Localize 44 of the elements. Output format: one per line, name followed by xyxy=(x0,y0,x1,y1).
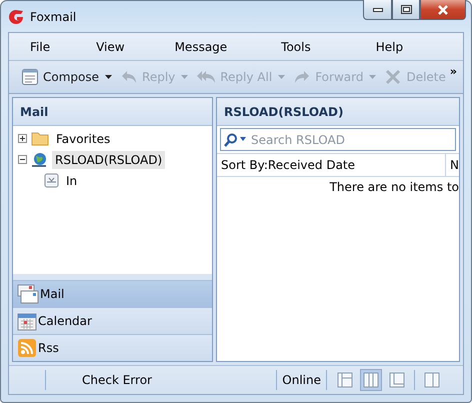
inbox-icon xyxy=(44,173,59,188)
rss-icon xyxy=(17,338,37,358)
minimize-button[interactable] xyxy=(363,0,392,20)
tree-item[interactable]: In xyxy=(63,172,80,190)
tree-item[interactable]: Favorites xyxy=(53,130,114,148)
collapse-icon[interactable] xyxy=(18,155,27,164)
envelope-icon xyxy=(17,284,39,304)
folder-icon xyxy=(31,131,49,146)
menu-item[interactable]: View xyxy=(96,40,125,54)
close-icon xyxy=(437,4,449,14)
column-header[interactable]: Sort By:Received Date xyxy=(217,154,446,176)
calendar-icon xyxy=(17,311,37,331)
tree-item[interactable]: RSLOAD(RSLOAD) xyxy=(52,150,166,168)
maximize-button[interactable] xyxy=(392,0,420,20)
pane-title: Mail xyxy=(13,98,212,126)
nav-button[interactable]: Calendar xyxy=(13,307,212,334)
status-message: Check Error xyxy=(82,373,152,387)
layout-icon xyxy=(423,371,441,389)
connection-status: Online xyxy=(282,373,321,387)
app-logo-icon xyxy=(8,8,24,24)
restore-icon xyxy=(400,5,412,14)
cross-icon xyxy=(384,68,402,86)
column-header[interactable]: N xyxy=(446,154,459,176)
empty-message: There are no items to xyxy=(330,180,459,194)
menu-item[interactable]: File xyxy=(30,40,50,54)
expand-icon[interactable] xyxy=(18,134,27,143)
menu-item[interactable]: Help xyxy=(376,40,404,54)
overflow-button[interactable]: » xyxy=(450,65,457,78)
layout-icon xyxy=(362,371,380,389)
layout-icon xyxy=(336,371,354,389)
globe-icon xyxy=(31,152,48,168)
menu-item[interactable]: Message xyxy=(174,40,228,54)
toolbar-button[interactable]: Compose xyxy=(17,64,116,90)
search-field[interactable]: Search RSLOAD xyxy=(220,128,456,151)
search-icon xyxy=(224,133,248,147)
window-title: Foxmail xyxy=(30,10,76,24)
pane-title: RSLOAD(RSLOAD) xyxy=(217,98,459,126)
close-button[interactable] xyxy=(420,0,466,20)
layout-icon xyxy=(388,371,406,389)
minimize-icon xyxy=(372,8,382,12)
nav-button[interactable]: Mail xyxy=(13,280,212,307)
nav-button[interactable]: Rss xyxy=(13,334,212,361)
document-icon xyxy=(21,68,39,86)
menu-item[interactable]: Tools xyxy=(281,40,311,54)
